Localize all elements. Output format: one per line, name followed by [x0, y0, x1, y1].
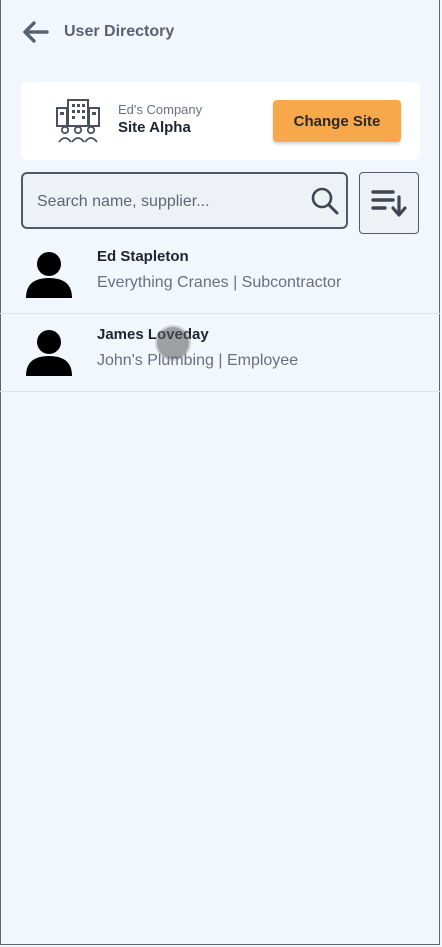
- building-people-icon: [56, 99, 100, 143]
- search-box[interactable]: [21, 172, 348, 229]
- arrow-left-icon: [23, 21, 49, 43]
- person-icon: [26, 252, 72, 298]
- user-subtitle: John's Plumbing | Employee: [97, 352, 299, 369]
- sort-descending-icon: [371, 190, 407, 217]
- search-icon[interactable]: [310, 186, 340, 216]
- user-row[interactable]: Ed Stapleton Everything Cranes | Subcont…: [0, 236, 440, 314]
- change-site-button[interactable]: Change Site: [273, 100, 401, 142]
- user-row[interactable]: James Loveday John's Plumbing | Employee: [0, 314, 440, 392]
- search-input[interactable]: [35, 187, 301, 217]
- user-list: Ed Stapleton Everything Cranes | Subcont…: [0, 236, 442, 392]
- user-name: Ed Stapleton: [97, 248, 189, 265]
- sort-button[interactable]: [359, 172, 419, 234]
- person-icon: [26, 330, 72, 376]
- site-name: Site Alpha: [118, 119, 191, 136]
- user-name: James Loveday: [97, 326, 209, 343]
- user-subtitle: Everything Cranes | Subcontractor: [97, 274, 342, 291]
- app-header: User Directory: [0, 0, 442, 64]
- page-title: User Directory: [64, 23, 175, 40]
- company-name: Ed's Company: [118, 102, 203, 117]
- touch-indicator: [157, 327, 189, 359]
- back-button[interactable]: [22, 20, 50, 44]
- site-card: Ed's Company Site Alpha Change Site: [21, 82, 420, 160]
